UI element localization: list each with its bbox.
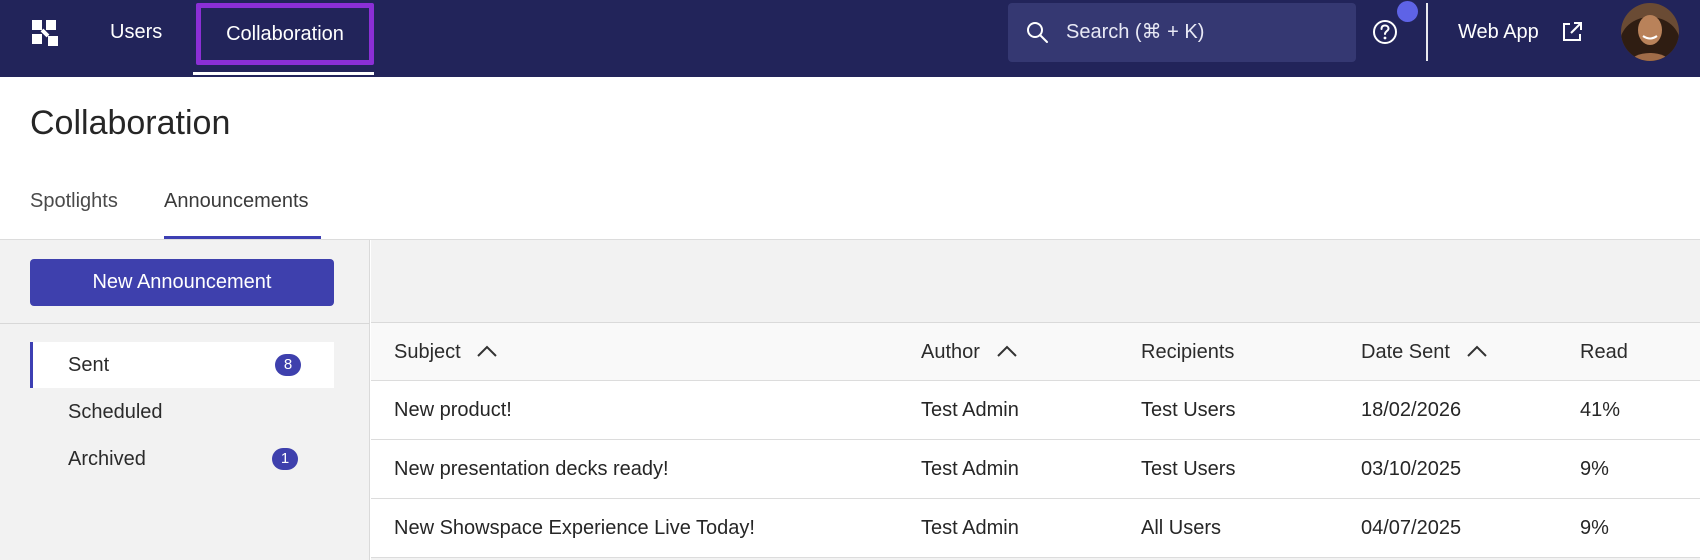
web-app-link[interactable]: Web App [1458, 0, 1582, 64]
sidebar-item-label: Scheduled [68, 401, 163, 423]
announcements-table: Subject Author Recipients Date Sent Read… [371, 322, 1700, 558]
search-input[interactable]: Search (⌘ + K) [1008, 3, 1356, 62]
cell-author: Test Admin [921, 517, 1019, 539]
nav-active-indicator [193, 72, 374, 75]
sidebar-item-scheduled[interactable]: Scheduled [30, 389, 334, 435]
web-app-label: Web App [1458, 21, 1539, 43]
column-header-subject[interactable]: Subject [394, 323, 498, 381]
sidebar-item-sent[interactable]: Sent 8 [30, 342, 334, 388]
sort-ascending-icon[interactable] [996, 344, 1018, 358]
cell-read: 41% [1580, 399, 1621, 421]
cell-subject: New presentation decks ready! [394, 458, 669, 480]
notification-dot [1397, 1, 1418, 22]
cell-recipients: Test Users [1141, 399, 1236, 421]
table-row[interactable]: New product! Test Admin Test Users 18/02… [371, 381, 1700, 440]
external-link-icon [1563, 22, 1582, 41]
sidebar-divider [0, 323, 370, 324]
sidebar-item-archived[interactable]: Archived 1 [30, 436, 334, 482]
cell-date-sent: 04/07/2025 [1361, 517, 1462, 539]
search-icon [1027, 22, 1048, 43]
table-header: Subject Author Recipients Date Sent Read [371, 323, 1700, 381]
cell-date-sent: 18/02/2026 [1361, 399, 1462, 421]
table-row[interactable]: New presentation decks ready! Test Admin… [371, 440, 1700, 499]
sort-ascending-icon[interactable] [476, 344, 498, 358]
nav-divider [1426, 3, 1428, 61]
column-header-recipients: Recipients [1141, 341, 1235, 363]
column-header-date-sent[interactable]: Date Sent [1361, 323, 1488, 381]
table-row[interactable]: New Showspace Experience Live Today! Tes… [371, 499, 1700, 558]
app-logo-icon[interactable] [30, 18, 60, 48]
count-badge: 8 [275, 354, 301, 376]
cell-recipients: Test Users [1141, 458, 1236, 480]
cell-author: Test Admin [921, 458, 1019, 480]
cell-read: 9% [1580, 517, 1609, 539]
cell-subject: New Showspace Experience Live Today! [394, 517, 755, 539]
cell-subject: New product! [394, 399, 512, 421]
cell-author: Test Admin [921, 399, 1019, 421]
cell-read: 9% [1580, 458, 1609, 480]
count-badge: 1 [272, 448, 298, 470]
column-header-read: Read [1580, 341, 1628, 363]
cell-date-sent: 03/10/2025 [1361, 458, 1462, 480]
top-nav-bar: Users Collaboration Search (⌘ + K) Web A… [0, 0, 1700, 77]
announcements-main: Subject Author Recipients Date Sent Read… [371, 240, 1700, 560]
help-icon[interactable] [1372, 19, 1398, 45]
new-announcement-button[interactable]: New Announcement [30, 259, 334, 306]
tab-spotlights[interactable]: Spotlights [30, 190, 118, 213]
user-avatar[interactable] [1621, 3, 1679, 61]
page-title: Collaboration [30, 104, 231, 142]
announcements-sidebar: New Announcement Sent 8 Scheduled Archiv… [0, 240, 370, 560]
nav-item-users[interactable]: Users [110, 0, 162, 77]
sidebar-item-label: Archived [68, 448, 146, 470]
search-placeholder: Search (⌘ + K) [1066, 21, 1205, 43]
nav-item-collaboration[interactable]: Collaboration [196, 3, 374, 65]
sidebar-item-label: Sent [68, 354, 110, 376]
column-header-author[interactable]: Author [921, 323, 1018, 381]
tab-announcements[interactable]: Announcements [164, 190, 309, 213]
cell-recipients: All Users [1141, 517, 1222, 539]
sort-ascending-icon[interactable] [1466, 344, 1488, 358]
